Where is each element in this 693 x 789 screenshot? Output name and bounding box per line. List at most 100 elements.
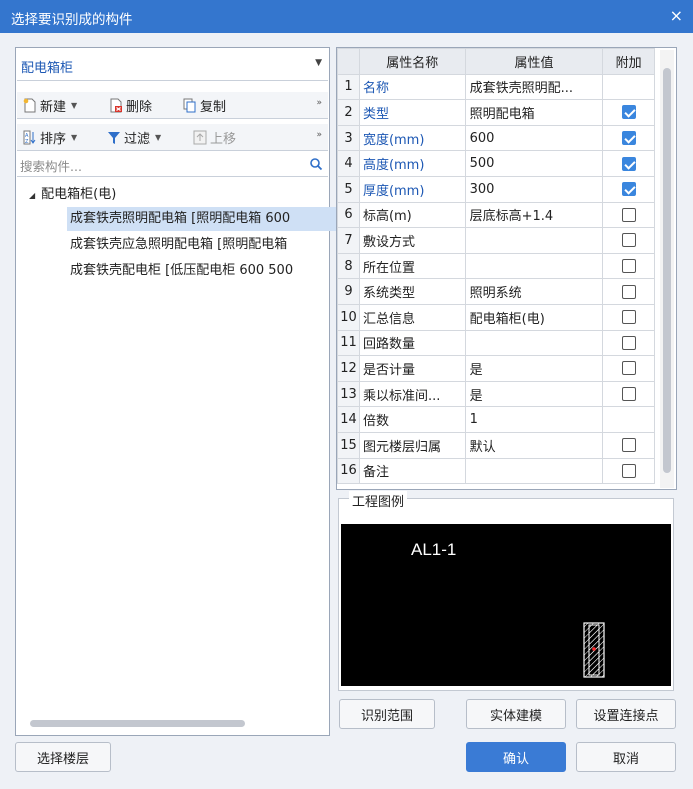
property-table: 属性名称 属性值 附加 1 名称 成套铁壳照明配... 2 类型 照明配电箱 3 宽度(mm)…: [337, 48, 655, 485]
table-row[interactable]: 2 类型 照明配电箱: [337, 99, 655, 126]
new-button[interactable]: 新建 ▼: [23, 96, 77, 115]
delete-icon: [110, 98, 122, 113]
property-value[interactable]: 层底标高+1.4: [464, 201, 604, 229]
extra-checkbox[interactable]: [621, 387, 636, 402]
move-up-button[interactable]: 上移: [193, 128, 236, 147]
extra-cell: [602, 201, 655, 229]
table-row[interactable]: 16 备注: [337, 457, 655, 485]
sort-button[interactable]: AZ 排序 ▼: [23, 128, 77, 147]
sort-icon: AZ: [23, 130, 36, 145]
tree-item[interactable]: 成套铁壳配电柜 [低压配电柜 600 500: [67, 259, 343, 283]
table-row[interactable]: 10 汇总信息 配电箱柜(电): [337, 303, 655, 331]
extra-checkbox[interactable]: [621, 259, 636, 274]
property-value[interactable]: 1: [464, 406, 604, 433]
property-value[interactable]: 是: [464, 380, 604, 408]
toolbar-overflow-icon[interactable]: »: [316, 98, 322, 108]
toolbar2-overflow-icon[interactable]: »: [316, 130, 322, 140]
row-number: 11: [337, 329, 360, 357]
property-name: 回路数量: [358, 329, 466, 357]
row-number: 13: [337, 380, 360, 408]
sort-label: 排序: [40, 132, 67, 147]
delete-label: 删除: [126, 100, 153, 115]
table-row[interactable]: 12 是否计量是: [337, 355, 655, 382]
expand-triangle-icon[interactable]: ◢: [29, 191, 35, 200]
extra-checkbox[interactable]: [621, 156, 636, 171]
extra-checkbox[interactable]: [621, 463, 636, 478]
extra-checkbox[interactable]: [621, 233, 636, 248]
filter-dropdown-icon[interactable]: ▼: [155, 133, 161, 142]
property-name: 汇总信息: [358, 303, 466, 331]
table-row[interactable]: 14 倍数 1: [337, 406, 655, 433]
close-icon[interactable]: ×: [670, 6, 683, 25]
property-value[interactable]: 配电箱柜(电): [464, 303, 604, 331]
tree-item[interactable]: 成套铁壳应急照明配电箱 [照明配电箱: [67, 233, 343, 257]
sort-dropdown-icon[interactable]: ▼: [71, 133, 77, 142]
extra-checkbox[interactable]: [621, 438, 636, 453]
sort-filter-toolbar: AZ 排序 ▼ 过滤 ▼ 上移 »: [17, 124, 328, 151]
property-value[interactable]: [464, 329, 604, 357]
table-row[interactable]: 6 标高(m) 层底标高+1.4: [337, 201, 655, 229]
vertical-scrollbar-thumb[interactable]: [663, 68, 671, 473]
table-header-row: 属性名称 属性值 附加: [337, 48, 655, 75]
copy-icon: [183, 98, 196, 113]
table-row[interactable]: 9 系统类型 照明系统: [337, 278, 655, 305]
property-value[interactable]: 是: [464, 355, 604, 382]
tree-root[interactable]: ◢ 配电箱柜(电): [29, 183, 116, 202]
extra-cell: [602, 406, 655, 433]
property-value[interactable]: 300: [464, 175, 604, 203]
table-row[interactable]: 7 敷设方式: [337, 227, 655, 254]
new-file-icon: [23, 98, 36, 113]
set-connection-point-button[interactable]: 设置连接点: [576, 699, 676, 729]
extra-checkbox[interactable]: [621, 310, 636, 325]
table-row[interactable]: 5 厚度(mm) 300: [337, 175, 655, 203]
extra-checkbox[interactable]: [621, 207, 636, 222]
horizontal-scrollbar[interactable]: [30, 720, 245, 727]
identify-range-button[interactable]: 识别范围: [339, 699, 435, 729]
search-input[interactable]: [20, 157, 300, 175]
extra-checkbox[interactable]: [621, 105, 636, 120]
cancel-button[interactable]: 取消: [576, 742, 676, 772]
extra-checkbox[interactable]: [621, 284, 636, 299]
title-bar: 选择要识别成的构件 ×: [0, 0, 693, 33]
extra-checkbox[interactable]: [621, 335, 636, 350]
extra-cell: [602, 457, 655, 485]
solid-model-button[interactable]: 实体建模: [466, 699, 566, 729]
delete-button[interactable]: 删除: [109, 96, 152, 115]
table-row[interactable]: 8 所在位置: [337, 252, 655, 280]
select-floor-button[interactable]: 选择楼层: [15, 742, 111, 772]
extra-checkbox[interactable]: [621, 131, 636, 146]
row-number: 9: [337, 278, 360, 305]
extra-cell: [602, 252, 655, 280]
new-dropdown-icon[interactable]: ▼: [71, 101, 77, 110]
table-row[interactable]: 1 名称 成套铁壳照明配...: [337, 73, 655, 101]
search-icon[interactable]: [309, 157, 323, 171]
table-row[interactable]: 15 图元楼层归属 默认: [337, 431, 655, 459]
ok-button[interactable]: 确认: [466, 742, 566, 772]
table-row[interactable]: 4 高度(mm) 500: [337, 150, 655, 177]
property-value[interactable]: [464, 457, 604, 485]
property-value[interactable]: [464, 227, 604, 254]
property-name: 标高(m): [358, 201, 466, 229]
table-row[interactable]: 3 宽度(mm) 600: [337, 124, 655, 152]
extra-cell: [602, 431, 655, 459]
extra-checkbox[interactable]: [621, 182, 636, 197]
extra-cell: [602, 124, 655, 152]
copy-button[interactable]: 复制: [183, 96, 226, 115]
filter-button[interactable]: 过滤 ▼: [107, 128, 161, 147]
table-row[interactable]: 11 回路数量: [337, 329, 655, 357]
property-value[interactable]: 500: [464, 150, 604, 177]
property-name: 宽度(mm): [358, 124, 466, 152]
property-value[interactable]: 照明配电箱: [464, 99, 604, 126]
property-name: 备注: [358, 457, 466, 485]
property-value[interactable]: 默认: [464, 431, 604, 459]
extra-checkbox[interactable]: [621, 361, 636, 376]
property-value[interactable]: 600: [464, 124, 604, 152]
property-value[interactable]: [464, 252, 604, 280]
tree-item[interactable]: 成套铁壳照明配电箱 [照明配电箱 600: [67, 207, 343, 231]
extra-cell: [602, 380, 655, 408]
window-title: 选择要识别成的构件: [11, 12, 133, 28]
property-value[interactable]: 照明系统: [464, 278, 604, 305]
property-value[interactable]: 成套铁壳照明配...: [464, 73, 604, 101]
component-type-select[interactable]: 配电箱柜 ▼: [17, 49, 328, 81]
table-row[interactable]: 13 乘以标准间... 是: [337, 380, 655, 408]
